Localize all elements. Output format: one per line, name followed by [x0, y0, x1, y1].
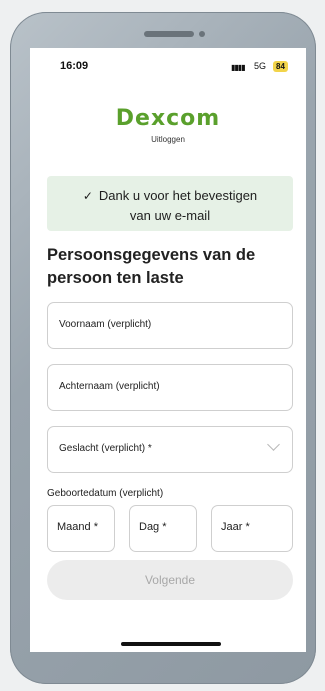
- app-screen: 16:09 ▮▮▮▮ 5G 84 Dexcom Uitloggen ✓ Dank …: [30, 48, 306, 652]
- gender-select[interactable]: Geslacht (verplicht) *: [47, 426, 293, 473]
- battery-badge: 84: [273, 61, 288, 72]
- month-field[interactable]: Maand *: [47, 505, 115, 552]
- day-placeholder: Dag *: [139, 521, 167, 533]
- last-name-field[interactable]: Achternaam (verplicht): [47, 364, 293, 411]
- alert-line-1: ✓ Dank u voor het bevestigen: [47, 188, 293, 203]
- check-icon: ✓: [82, 189, 93, 203]
- logo-text: Dexcom: [115, 106, 221, 131]
- success-alert: ✓ Dank u voor het bevestigen van uw e-mai…: [47, 176, 293, 231]
- status-time: 16:09: [60, 60, 89, 72]
- alert-line-2: van uw e-mail: [129, 208, 211, 223]
- month-placeholder: Maand *: [57, 521, 98, 533]
- first-name-field[interactable]: Voornaam (verplicht): [47, 302, 293, 349]
- logout-link[interactable]: Uitloggen: [30, 135, 306, 144]
- alert-text-1: Dank u voor het bevestigen: [98, 188, 258, 203]
- signal-icon: ▮▮▮▮: [231, 63, 246, 72]
- chevron-down-icon: [267, 438, 280, 451]
- year-placeholder: Jaar *: [221, 521, 250, 533]
- phone-camera: [199, 31, 205, 37]
- day-field[interactable]: Dag *: [129, 505, 197, 552]
- home-indicator: [121, 642, 221, 646]
- phone-speaker: [144, 31, 194, 37]
- network-type: 5G: [254, 61, 267, 71]
- last-name-placeholder: Achternaam (verplicht): [59, 381, 160, 392]
- status-bar: 16:09 ▮▮▮▮ 5G 84: [30, 60, 306, 76]
- year-field[interactable]: Jaar *: [211, 505, 293, 552]
- first-name-placeholder: Voornaam (verplicht): [59, 319, 152, 330]
- page-title: Persoonsgegevens van de persoon ten last…: [47, 246, 256, 287]
- dexcom-logo: Dexcom: [30, 106, 306, 131]
- gender-select-label: Geslacht (verplicht) *: [59, 443, 152, 454]
- next-button[interactable]: Volgende: [47, 560, 293, 600]
- dob-label: Geboortedatum (verplicht): [47, 488, 164, 499]
